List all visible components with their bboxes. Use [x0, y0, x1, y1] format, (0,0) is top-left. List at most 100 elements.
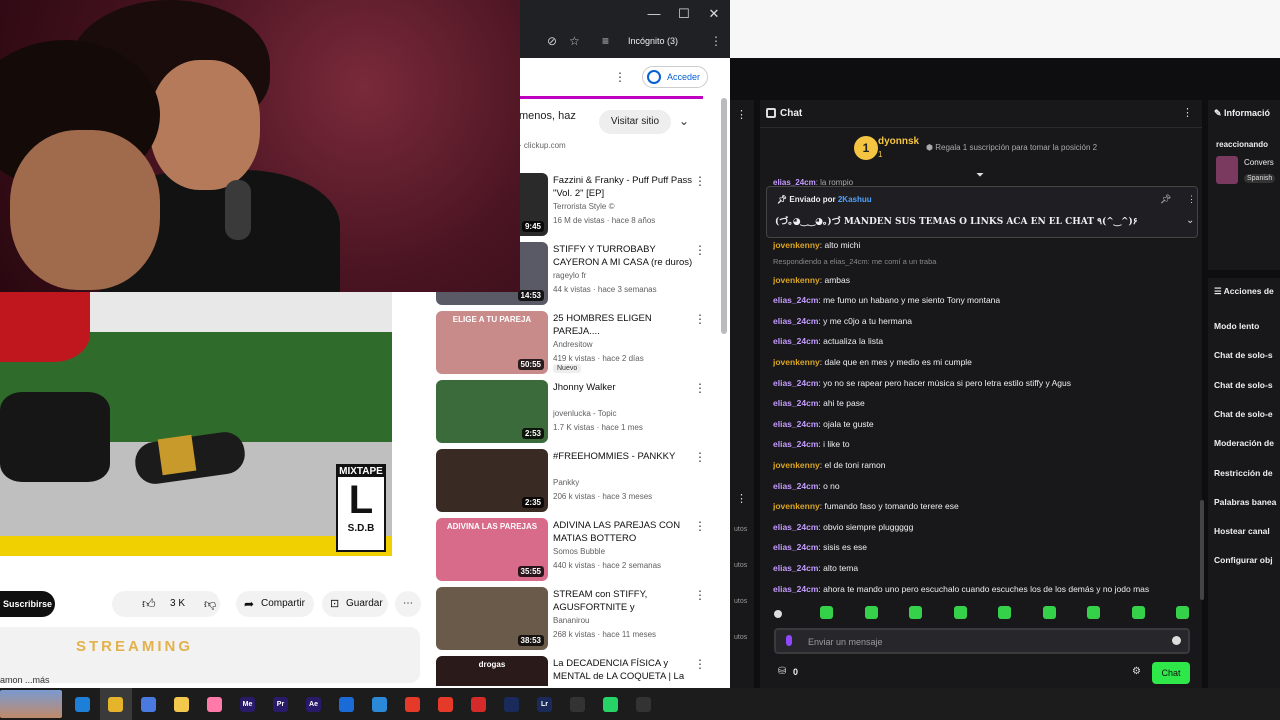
chat-username[interactable]: jovenkenny	[773, 501, 820, 511]
video-title[interactable]: 25 HOMBRES ELIGEN PAREJA....	[553, 312, 693, 338]
chat-username[interactable]: elias_24cm	[773, 522, 818, 532]
channel-name[interactable]: rageylo fr	[553, 271, 586, 280]
video-description[interactable]	[0, 627, 420, 683]
gear-icon[interactable]: ⚙	[1132, 666, 1141, 677]
paint-icon[interactable]	[207, 697, 222, 712]
emote-icon[interactable]	[953, 606, 967, 619]
recommendation-item[interactable]: drogas La DECADENCIA FÍSICA y MENTAL de L…	[436, 653, 721, 686]
subscribe-button[interactable]: Suscribirse	[0, 591, 55, 617]
chat-username[interactable]: elias_24cm	[773, 316, 818, 326]
mod-action-item[interactable]: Chat de solo-s	[1214, 380, 1273, 390]
reading-list-icon[interactable]: ≡	[602, 34, 609, 48]
chat-username[interactable]: elias_24cm	[773, 295, 818, 305]
chat-input[interactable]: Enviar un mensaje	[774, 628, 1190, 654]
video-title[interactable]: Jhonny Walker	[553, 381, 693, 394]
emote-icon[interactable]	[1176, 606, 1189, 619]
video-thumbnail[interactable]: drogas	[436, 656, 548, 686]
dislike-icon[interactable]: 👎︎	[204, 591, 216, 617]
chat-username[interactable]: elias_24cm	[773, 439, 818, 449]
mod-action-item[interactable]: Chat de solo-s	[1214, 350, 1273, 360]
store-icon[interactable]	[141, 697, 156, 712]
video-thumbnail[interactable]: 2:53	[436, 380, 548, 443]
incognito-indicator[interactable]: Incógnito (3)	[628, 36, 678, 46]
chat-username[interactable]: elias_24cm	[773, 398, 818, 408]
channel-name[interactable]: Bananirou	[553, 616, 589, 625]
voice-icon[interactable]	[786, 635, 792, 646]
emote-icon[interactable]	[909, 606, 922, 619]
video-menu-icon[interactable]: ⋮	[694, 657, 706, 671]
video-menu-icon[interactable]: ⋮	[694, 243, 706, 257]
recommendation-item[interactable]: 38:53 STREAM con STIFFY, AGUSFORTNITE y T…	[436, 584, 721, 650]
video-title[interactable]: Fazzini & Franky - Puff Puff Pass "Vol. …	[553, 174, 693, 200]
channel-name[interactable]: Terrorista Style ©	[553, 202, 614, 211]
minimize-button[interactable]: —	[639, 6, 669, 21]
video-title[interactable]: ADIVINA LAS PAREJAS CON MATIAS BOTTERO	[553, 519, 693, 545]
channel-points-icon[interactable]: ⛁	[778, 666, 786, 677]
emote-picker-icon[interactable]	[1172, 636, 1181, 645]
recommendation-item[interactable]: ELIGE A TU PAREJA 50:55 25 HOMBRES ELIGEN …	[436, 308, 721, 374]
whatsapp-icon[interactable]	[603, 697, 618, 712]
video-title[interactable]: La DECADENCIA FÍSICA y MENTAL de LA COQU…	[553, 657, 693, 683]
sign-in-button[interactable]: Acceder	[642, 66, 708, 88]
outlook-icon[interactable]	[339, 697, 354, 712]
media-encoder-icon[interactable]: Me	[240, 697, 255, 712]
mod-action-item[interactable]: Chat de solo-e	[1214, 409, 1273, 419]
video-thumbnail[interactable]: 38:53	[436, 587, 548, 650]
channel-name[interactable]: Somos Bubble	[553, 547, 605, 556]
close-button[interactable]: ✕	[699, 6, 729, 22]
video-menu-icon[interactable]: ⋮	[694, 381, 706, 395]
video-title[interactable]: STREAM con STIFFY, AGUSFORTNITE y TURROB…	[553, 588, 693, 614]
explorer-icon[interactable]	[174, 697, 189, 712]
eye-off-icon[interactable]: ⊘	[547, 34, 557, 48]
chat-username[interactable]: elias_24cm	[773, 336, 818, 346]
chevron-down-icon[interactable]: ⌄	[1186, 215, 1194, 226]
channel-name[interactable]: Pankky	[553, 478, 579, 487]
visit-site-button[interactable]: Visitar sitio	[599, 110, 671, 134]
kebab-menu-icon[interactable]: ⋮	[614, 70, 626, 84]
pinned-kebab-icon[interactable]: ⋮	[1187, 194, 1196, 205]
panel-kebab-icon[interactable]: ⋮	[736, 108, 747, 121]
more-actions-icon[interactable]: ⋯	[395, 591, 421, 617]
recommendation-item[interactable]: 2:35 #FREEHOMMIES - PANKKY Pankky 206 k vis…	[436, 446, 721, 512]
video-title[interactable]: #FREEHOMMIES - PANKKY	[553, 450, 693, 463]
language-tag[interactable]: Spanish	[1244, 174, 1276, 183]
pin-icon[interactable]: 📌︎	[1160, 194, 1171, 205]
chat-username[interactable]: elias_24cm	[773, 563, 818, 573]
emote-icon[interactable]	[820, 606, 833, 619]
channel-name[interactable]: Andresitow	[553, 340, 593, 349]
video-menu-icon[interactable]: ⋮	[694, 588, 706, 602]
acrobat-icon[interactable]	[471, 697, 486, 712]
video-thumbnail[interactable]: 2:35	[436, 449, 548, 512]
video-player[interactable]: MIXTAPE L S.D.B	[0, 292, 392, 556]
photoshop-icon[interactable]	[504, 697, 519, 712]
video-menu-icon[interactable]: ⋮	[694, 519, 706, 533]
emote-icon[interactable]	[998, 606, 1011, 619]
mod-action-item[interactable]: Hostear canal	[1214, 526, 1270, 536]
chat-username[interactable]: jovenkenny	[773, 275, 820, 285]
pinned-message[interactable]: 📌︎ Enviado por 2Kashuu 📌︎ ⋮ (づ｡◕‿‿◕｡)づ M…	[766, 186, 1198, 238]
youtube-icon[interactable]	[438, 697, 453, 712]
maximize-button[interactable]: ☐	[669, 6, 699, 22]
video-thumbnail[interactable]: ADIVINA LAS PAREJAS 35:55	[436, 518, 548, 581]
emote-icon[interactable]	[1087, 606, 1100, 619]
video-menu-icon[interactable]: ⋮	[694, 174, 706, 188]
mod-action-item[interactable]: Modo lento	[1214, 321, 1259, 331]
edge-icon[interactable]	[75, 697, 90, 712]
chat-username[interactable]: elias_24cm	[773, 584, 818, 594]
chat-username[interactable]: elias_24cm	[773, 481, 818, 491]
channel-name[interactable]: jovenlucka - Topic	[553, 409, 616, 418]
save-button[interactable]: ⊡ Guardar	[322, 591, 388, 617]
video-thumbnail[interactable]: ELIGE A TU PAREJA 50:55	[436, 311, 548, 374]
pinned-username[interactable]: 2Kashuu	[838, 195, 872, 204]
send-chat-button[interactable]: Chat	[1152, 662, 1190, 684]
like-icon[interactable]: 👍︎	[142, 591, 156, 617]
globe-icon[interactable]	[372, 697, 387, 712]
video-menu-icon[interactable]: ⋮	[694, 312, 706, 326]
lightroom-icon[interactable]: Lr	[537, 697, 552, 712]
recommendation-item[interactable]: ADIVINA LAS PAREJAS 35:55 ADIVINA LAS PARE…	[436, 515, 721, 581]
share-button[interactable]: ➦ Compartir	[236, 591, 314, 617]
emote-icon[interactable]	[1131, 606, 1145, 619]
emote-icon[interactable]	[864, 606, 878, 619]
chat-username[interactable]: jovenkenny	[773, 240, 820, 250]
mod-action-item[interactable]: Moderación de	[1214, 438, 1274, 448]
